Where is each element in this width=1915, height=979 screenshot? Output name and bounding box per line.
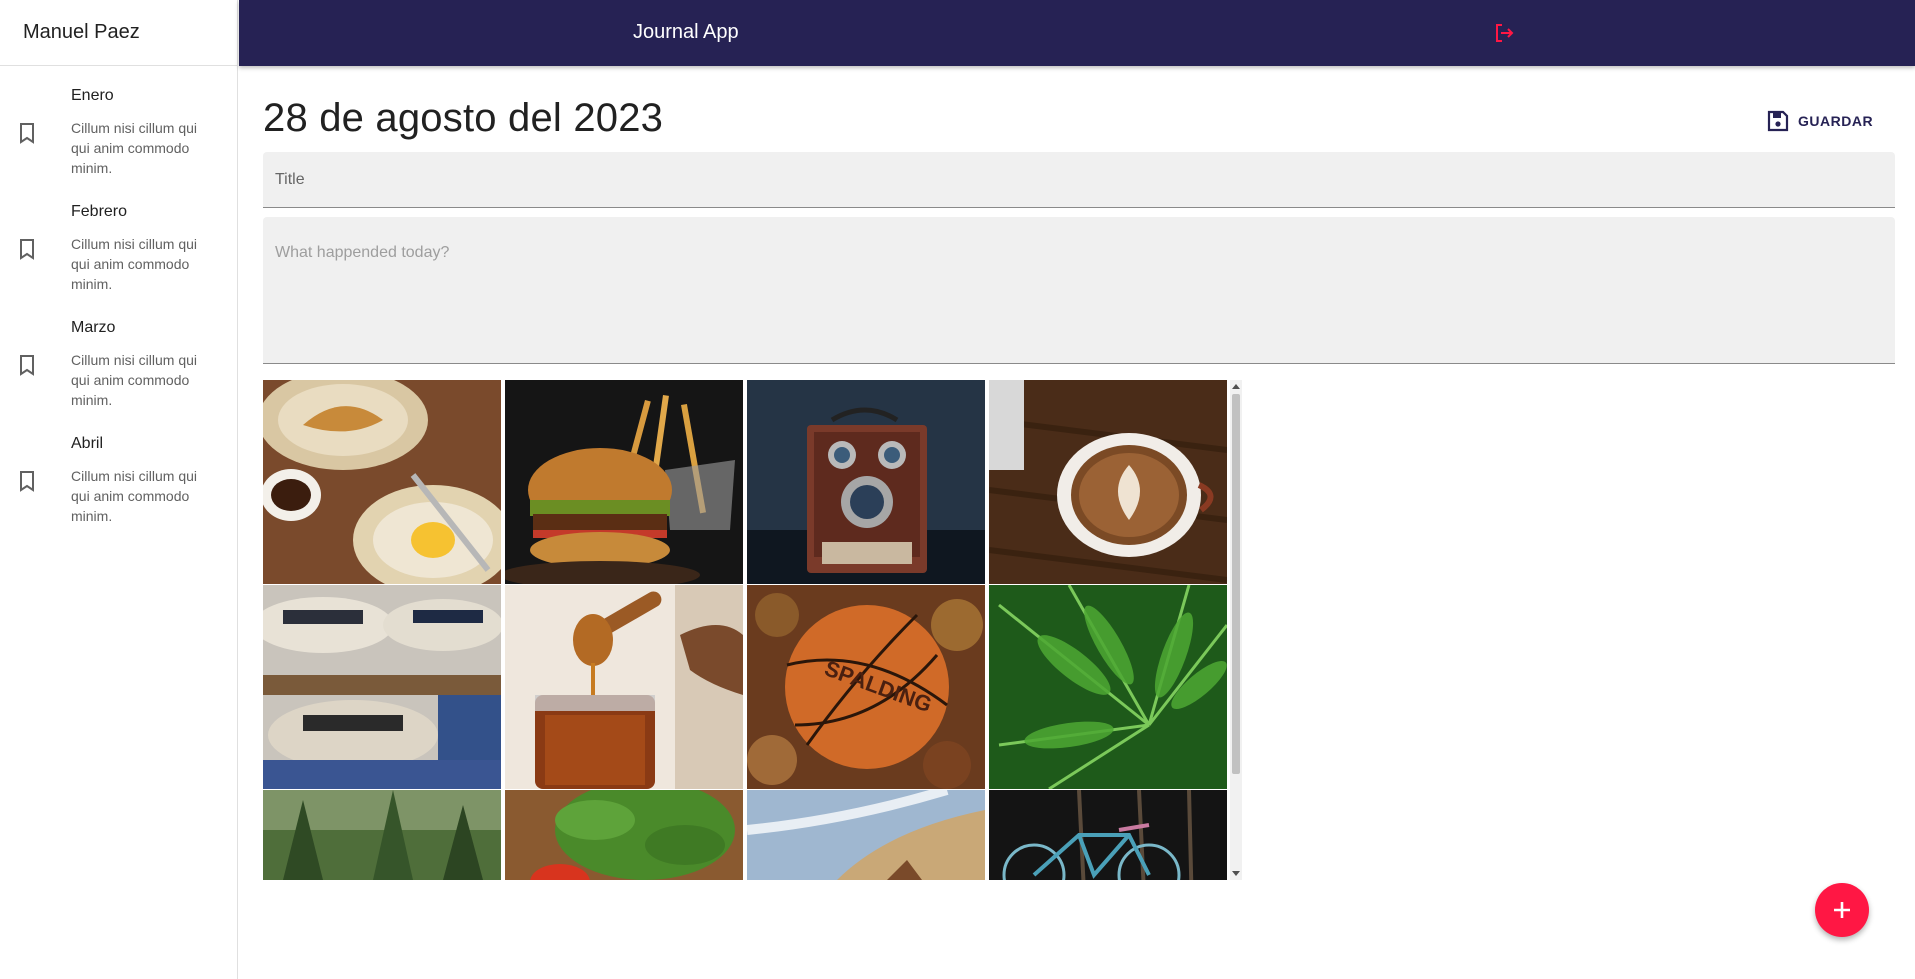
bookmark-icon — [20, 355, 34, 376]
save-label: GUARDAR — [1798, 113, 1874, 129]
entry-title: Enero — [71, 87, 114, 104]
sidebar: Manuel Paez Enero Cillum nisi cillum qui… — [0, 0, 238, 979]
scroll-down-arrow-icon[interactable] — [1232, 871, 1240, 876]
gallery-image-latte[interactable] — [989, 380, 1227, 584]
bookmark-icon — [20, 123, 34, 144]
title-input[interactable]: Title — [263, 152, 1895, 208]
app-title: Journal App — [633, 21, 739, 43]
gallery-scrollbar[interactable] — [1230, 380, 1242, 880]
gallery-image-honey[interactable] — [505, 585, 743, 789]
entry-title: Febrero — [71, 203, 128, 220]
user-name: Manuel Paez — [0, 0, 237, 66]
logout-icon[interactable] — [1493, 22, 1515, 44]
sidebar-entry-marzo[interactable]: Marzo Cillum nisi cillum qui qui anim co… — [0, 298, 237, 414]
gallery-image-breakfast[interactable] — [263, 380, 501, 584]
note-date: 28 de agosto del 2023 — [263, 96, 664, 140]
bookmark-icon — [20, 471, 34, 492]
gallery-image-bicycle[interactable] — [989, 790, 1227, 880]
scrollbar-thumb[interactable] — [1232, 394, 1240, 774]
entry-title: Abril — [71, 435, 104, 452]
save-icon — [1767, 110, 1789, 132]
entry-text: Cillum nisi cillum qui qui anim commodo … — [71, 236, 198, 292]
title-placeholder: Title — [275, 171, 305, 188]
gallery-image-fern[interactable] — [989, 585, 1227, 789]
scroll-up-arrow-icon[interactable] — [1232, 384, 1240, 389]
app-bar: Journal App — [239, 0, 1915, 66]
gallery-image-burger[interactable] — [505, 380, 743, 584]
plus-icon — [1834, 902, 1850, 918]
gallery-image-basil[interactable] — [505, 790, 743, 880]
sidebar-entry-abril[interactable]: Abril Cillum nisi cillum qui qui anim co… — [0, 414, 237, 530]
sidebar-entry-febrero[interactable]: Febrero Cillum nisi cillum qui qui anim … — [0, 182, 237, 298]
entry-title: Marzo — [71, 319, 116, 336]
body-placeholder: What happended today? — [275, 244, 450, 261]
bookmark-icon — [20, 239, 34, 260]
entry-text: Cillum nisi cillum qui qui anim commodo … — [71, 120, 198, 176]
image-gallery: SPALDING — [263, 380, 1242, 880]
gallery-image-forest[interactable] — [263, 790, 501, 880]
gallery-image-beach[interactable] — [747, 790, 985, 880]
gallery-image-camera[interactable] — [747, 380, 985, 584]
entry-text: Cillum nisi cillum qui qui anim commodo … — [71, 352, 198, 408]
body-textarea[interactable]: What happended today? — [263, 217, 1895, 364]
gallery-image-basketball[interactable]: SPALDING — [747, 585, 985, 789]
sidebar-entry-enero[interactable]: Enero Cillum nisi cillum qui qui anim co… — [0, 66, 237, 182]
add-entry-button[interactable] — [1815, 883, 1869, 937]
save-button[interactable]: GUARDAR — [1766, 104, 1890, 138]
gallery-image-hats[interactable] — [263, 585, 501, 789]
entry-text: Cillum nisi cillum qui qui anim commodo … — [71, 468, 198, 524]
